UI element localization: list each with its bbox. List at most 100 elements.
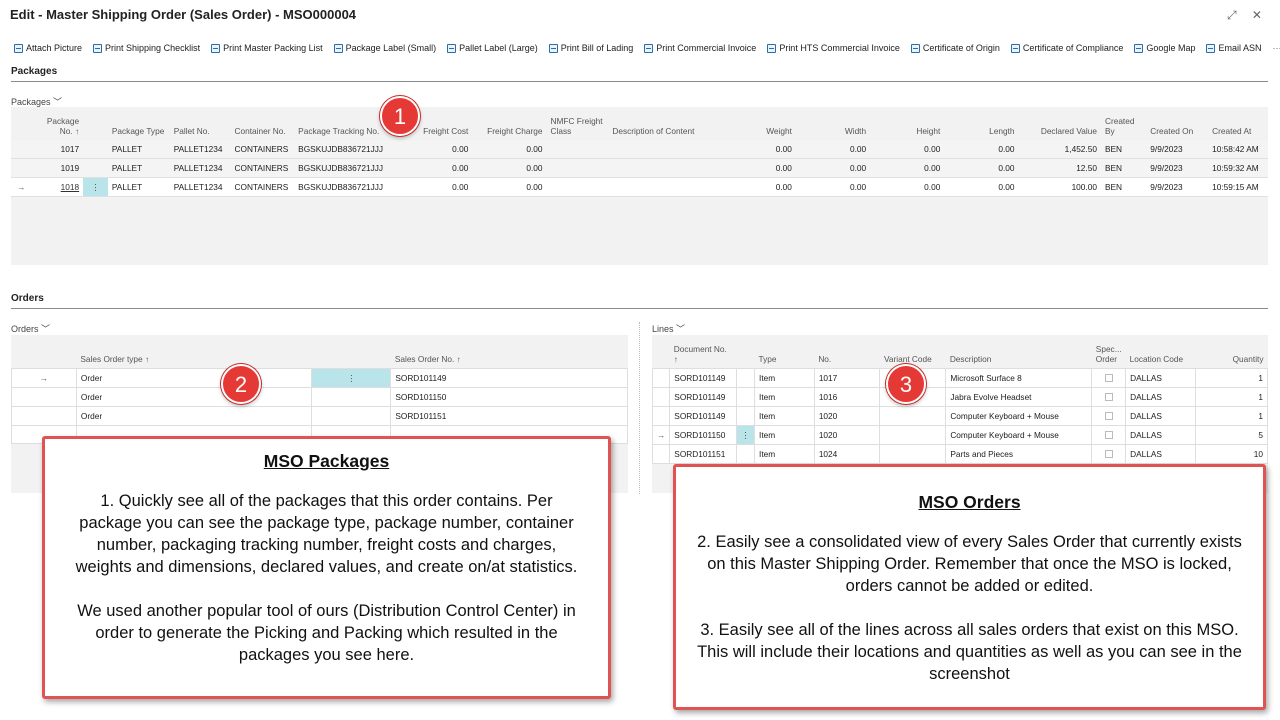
- description-cell[interactable]: Computer Keyboard + Mouse: [945, 405, 1093, 426]
- column-header[interactable]: Weight: [753, 107, 796, 140]
- column-header[interactable]: Freight Charge: [472, 107, 546, 140]
- order-type-cell[interactable]: Order: [75, 405, 313, 426]
- description-cell[interactable]: Parts and Pieces: [945, 443, 1093, 464]
- freight-charge-cell[interactable]: 0.00: [472, 158, 547, 178]
- column-header[interactable]: Created At: [1208, 107, 1268, 140]
- container-no-cell[interactable]: CONTAINERS: [230, 140, 295, 159]
- column-header[interactable]: Created On: [1146, 107, 1208, 140]
- line-row-selected[interactable]: → SORD101150 ⋮ Item 1020 Computer Keyboa…: [651, 424, 1268, 445]
- type-cell[interactable]: Item: [754, 367, 815, 388]
- package-no-cell[interactable]: 1017: [31, 140, 84, 159]
- package-type-cell[interactable]: PALLET: [107, 140, 170, 159]
- column-header[interactable]: Description of Content: [608, 107, 752, 140]
- special-order-checkbox[interactable]: [1091, 443, 1127, 464]
- package-row-selected[interactable]: → 1018 ⋮ PALLET PALLET1234 CONTAINERS BG…: [11, 177, 1268, 197]
- description-cell[interactable]: Computer Keyboard + Mouse: [945, 424, 1093, 445]
- quantity-cell[interactable]: 1: [1195, 367, 1268, 388]
- order-type-cell[interactable]: Order: [75, 386, 313, 407]
- type-cell[interactable]: Item: [754, 443, 815, 464]
- quantity-cell[interactable]: 1: [1195, 405, 1268, 426]
- column-header[interactable]: Length: [944, 107, 1018, 140]
- nmfc-class-cell[interactable]: [546, 158, 609, 178]
- weight-cell[interactable]: 0.00: [752, 140, 796, 159]
- height-cell[interactable]: 0.00: [870, 177, 945, 197]
- declared-value-cell[interactable]: 100.00: [1018, 177, 1101, 197]
- width-cell[interactable]: 0.00: [795, 140, 871, 159]
- column-header[interactable]: Sales Order type ↑: [76, 335, 312, 368]
- nmfc-class-cell[interactable]: [546, 177, 609, 197]
- location-code-cell[interactable]: DALLAS: [1125, 386, 1197, 407]
- package-row[interactable]: 1017 PALLET PALLET1234 CONTAINERS BGSKUJ…: [11, 140, 1268, 159]
- tracking-no-cell[interactable]: BGSKUJDB836721JJJ: [294, 158, 390, 178]
- column-header[interactable]: Height: [870, 107, 944, 140]
- line-row[interactable]: SORD101149 Item 1016 Jabra Evolve Headse…: [651, 386, 1268, 407]
- row-actions-button[interactable]: ⋮: [83, 177, 108, 197]
- print-shipping-checklist-action[interactable]: Print Shipping Checklist: [93, 40, 200, 56]
- print-bill-of-lading-action[interactable]: Print Bill of Lading: [548, 40, 633, 56]
- pallet-no-cell[interactable]: PALLET1234: [169, 158, 231, 178]
- length-cell[interactable]: 0.00: [944, 158, 1019, 178]
- package-row[interactable]: 1019 PALLET PALLET1234 CONTAINERS BGSKUJ…: [11, 158, 1268, 178]
- height-cell[interactable]: 0.00: [870, 140, 945, 159]
- type-cell[interactable]: Item: [754, 386, 815, 407]
- package-no-cell[interactable]: 1019: [31, 158, 84, 178]
- freight-cost-cell[interactable]: 0.00: [389, 158, 473, 178]
- description-cell[interactable]: [608, 158, 753, 178]
- declared-value-cell[interactable]: 12.50: [1018, 158, 1101, 178]
- quantity-cell[interactable]: 5: [1195, 424, 1268, 445]
- no-cell[interactable]: 1017: [813, 367, 881, 388]
- special-order-checkbox[interactable]: [1091, 424, 1127, 445]
- lines-subpart-menu[interactable]: Lines ﹀: [652, 322, 685, 335]
- order-type-cell[interactable]: Order: [75, 367, 313, 388]
- description-cell[interactable]: Jabra Evolve Headset: [945, 386, 1093, 407]
- print-commercial-invoice-action[interactable]: Print Commercial Invoice: [644, 40, 756, 56]
- container-no-cell[interactable]: CONTAINERS: [230, 158, 295, 178]
- email-asn-action[interactable]: Email ASN: [1206, 40, 1261, 56]
- row-actions-button[interactable]: ⋮: [311, 367, 392, 388]
- column-header[interactable]: Spec... Order: [1092, 335, 1126, 368]
- column-header[interactable]: Sales Order No. ↑: [391, 335, 628, 368]
- certificate-of-origin-action[interactable]: Certificate of Origin: [910, 40, 1000, 56]
- column-header[interactable]: Variant Code: [880, 335, 946, 368]
- document-no-cell[interactable]: SORD101149: [669, 405, 738, 426]
- variant-code-cell[interactable]: [879, 405, 947, 426]
- no-cell[interactable]: 1020: [813, 405, 881, 426]
- freight-charge-cell[interactable]: 0.00: [472, 140, 547, 159]
- special-order-checkbox[interactable]: [1091, 405, 1127, 426]
- quantity-cell[interactable]: 10: [1195, 443, 1268, 464]
- column-header[interactable]: Package Type: [108, 107, 170, 140]
- declared-value-cell[interactable]: 1,452.50: [1018, 140, 1101, 159]
- column-header[interactable]: Created By: [1101, 107, 1146, 140]
- column-header[interactable]: Width: [796, 107, 870, 140]
- height-cell[interactable]: 0.00: [870, 158, 945, 178]
- order-no-cell[interactable]: SORD101149: [390, 367, 628, 388]
- description-cell[interactable]: Microsoft Surface 8: [945, 367, 1093, 388]
- column-header[interactable]: Quantity: [1196, 335, 1268, 368]
- location-code-cell[interactable]: DALLAS: [1125, 443, 1197, 464]
- no-cell[interactable]: 1020: [813, 424, 881, 445]
- pallet-no-cell[interactable]: PALLET1234: [169, 140, 231, 159]
- column-header[interactable]: Package Tracking No.: [294, 107, 390, 140]
- length-cell[interactable]: 0.00: [944, 177, 1019, 197]
- no-cell[interactable]: 1024: [813, 443, 881, 464]
- package-type-cell[interactable]: PALLET: [107, 177, 170, 197]
- column-header[interactable]: Pallet No.: [170, 107, 231, 140]
- column-header[interactable]: Container No.: [231, 107, 295, 140]
- document-no-cell[interactable]: SORD101149: [669, 386, 738, 407]
- order-row[interactable]: Order SORD101150: [11, 386, 628, 407]
- weight-cell[interactable]: 0.00: [752, 158, 796, 178]
- pallet-label-large-action[interactable]: Pallet Label (Large): [447, 40, 538, 56]
- package-no-link[interactable]: 1018: [31, 177, 84, 197]
- orders-subpart-menu[interactable]: Orders ﹀: [11, 322, 50, 335]
- print-hts-commercial-invoice-action[interactable]: Print HTS Commercial Invoice: [767, 40, 900, 56]
- description-cell[interactable]: [608, 140, 753, 159]
- tracking-no-cell[interactable]: BGSKUJDB836721JJJ: [294, 177, 390, 197]
- column-header[interactable]: Description: [946, 335, 1092, 368]
- column-header[interactable]: Type: [755, 335, 815, 368]
- nmfc-class-cell[interactable]: [546, 140, 609, 159]
- freight-cost-cell[interactable]: 0.00: [389, 140, 473, 159]
- length-cell[interactable]: 0.00: [944, 140, 1019, 159]
- order-row-selected[interactable]: → Order ⋮ SORD101149: [11, 367, 628, 388]
- document-no-cell[interactable]: SORD101150: [669, 424, 738, 445]
- column-header[interactable]: Document No. ↑: [670, 335, 737, 368]
